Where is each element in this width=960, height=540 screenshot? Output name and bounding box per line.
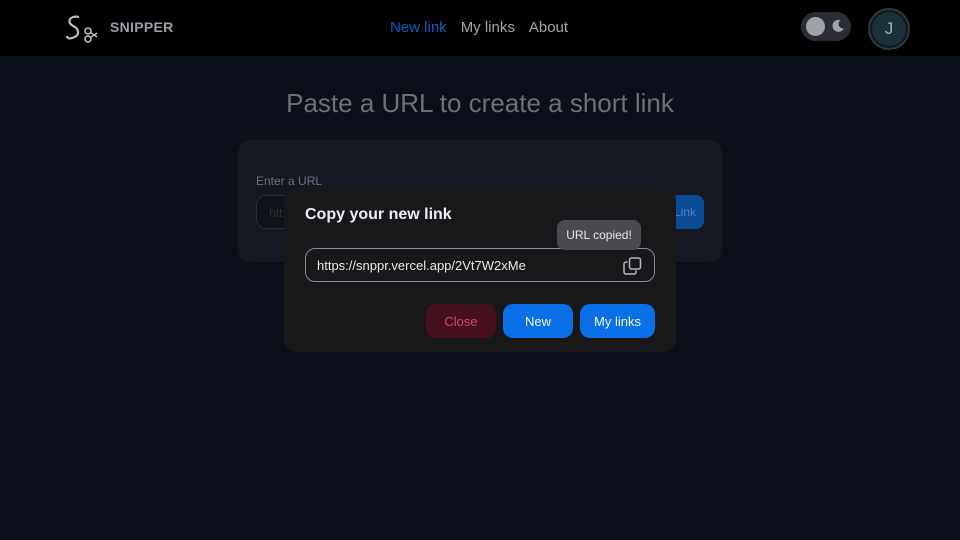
modal-title: Copy your new link bbox=[305, 206, 452, 223]
close-button[interactable]: Close bbox=[426, 304, 496, 338]
nav-item-new-link[interactable]: New link bbox=[390, 19, 447, 36]
my-links-button[interactable]: My links bbox=[580, 304, 655, 338]
theme-toggle[interactable] bbox=[801, 12, 851, 41]
avatar-initial: J bbox=[872, 12, 906, 46]
nav-item-my-links[interactable]: My links bbox=[461, 19, 515, 36]
user-avatar[interactable]: J bbox=[868, 8, 910, 50]
short-link-field[interactable]: https://snppr.vercel.app/2Vt7W2xMe bbox=[305, 248, 655, 282]
copy-icon[interactable] bbox=[623, 257, 642, 275]
page-headline: Paste a URL to create a short link bbox=[286, 88, 674, 118]
top-navbar: SNIPPER New link My links About J bbox=[0, 0, 960, 56]
main-nav: New link My links About bbox=[390, 19, 568, 36]
toggle-knob bbox=[806, 17, 825, 36]
scissors-s-logo-icon[interactable] bbox=[64, 12, 98, 44]
copy-link-modal: Copy your new link https://snppr.vercel.… bbox=[284, 188, 676, 352]
nav-item-about[interactable]: About bbox=[529, 19, 568, 36]
brand-name[interactable]: SNIPPER bbox=[110, 19, 174, 35]
url-input-placeholder: htt bbox=[269, 206, 283, 220]
moon-icon bbox=[832, 19, 844, 32]
url-copied-tooltip: URL copied! bbox=[557, 220, 641, 250]
short-link-text: https://snppr.vercel.app/2Vt7W2xMe bbox=[317, 258, 526, 273]
url-input-label: Enter a URL bbox=[256, 174, 323, 188]
new-link-button[interactable]: New bbox=[503, 304, 573, 338]
